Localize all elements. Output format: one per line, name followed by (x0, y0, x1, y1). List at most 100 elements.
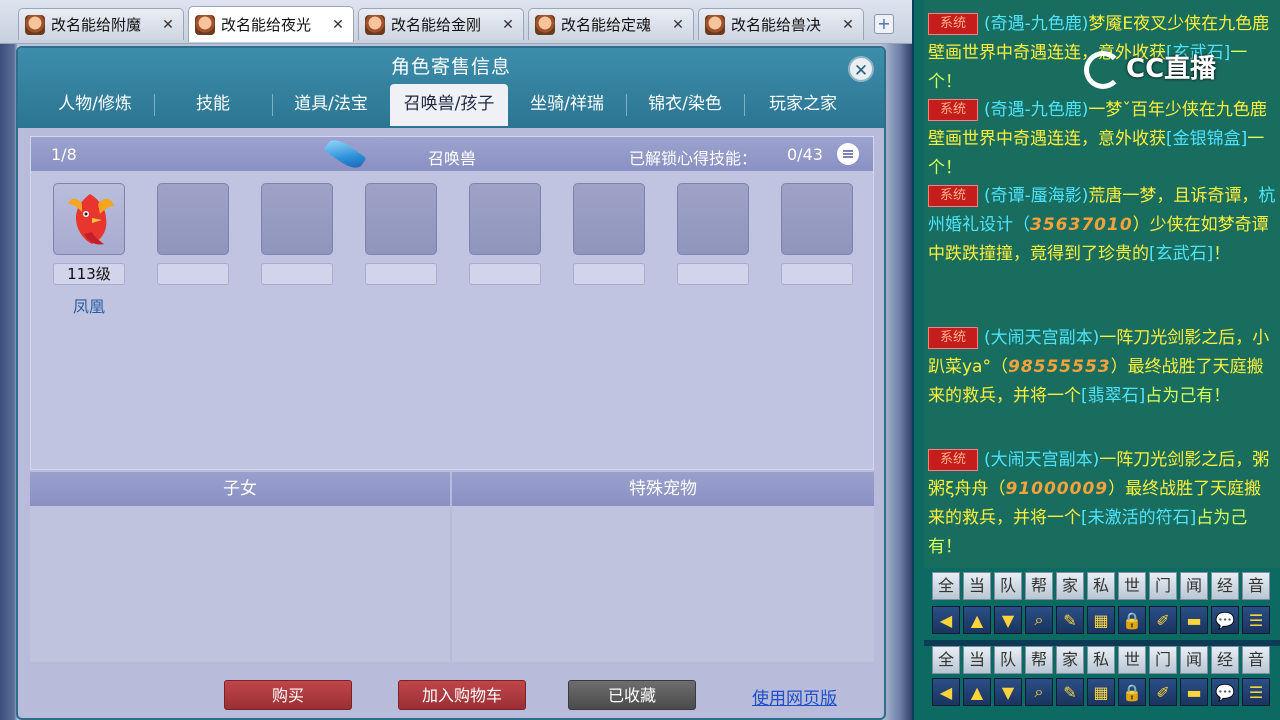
lock-icon[interactable]: 🔒 (1118, 678, 1146, 706)
cc-logo-text: CC直播 (1126, 54, 1217, 84)
summon-slot-2[interactable] (157, 183, 229, 255)
browser-tab-2[interactable]: 改名能给夜光 ✕ (188, 6, 354, 42)
channel-world[interactable]: 世 (1118, 646, 1146, 674)
new-tab-button[interactable]: + (874, 14, 894, 34)
close-icon[interactable]: ✕ (499, 17, 517, 33)
down-arrow-icon[interactable]: ▼ (994, 678, 1022, 706)
close-icon[interactable]: ✕ (669, 17, 687, 33)
close-icon[interactable]: ✕ (839, 17, 857, 33)
skill-unlock-label: 已解锁心得技能： (629, 149, 758, 168)
msg-item[interactable]: [金银锦盒] (1166, 129, 1247, 149)
channel-family[interactable]: 家 (1056, 572, 1084, 600)
web-version-link[interactable]: 使用网页版 (752, 684, 837, 709)
summon-slot-6[interactable] (573, 183, 645, 255)
note-icon[interactable]: ✎ (1056, 606, 1084, 634)
channel-voice[interactable]: 音 (1242, 646, 1270, 674)
cc-logo-icon (1084, 50, 1122, 89)
chat-message: 系统 (大闹天宫副本)一阵刀光剑影之后，小趴菜ya°（98555553）最终战胜了… (928, 324, 1278, 411)
channel-news[interactable]: 闻 (1180, 572, 1208, 600)
tab-skills[interactable]: 技能 (154, 84, 272, 124)
game-avatar-icon (535, 14, 555, 35)
channel-sect[interactable]: 门 (1149, 572, 1177, 600)
channel-all[interactable]: 全 (932, 572, 960, 600)
grid-icon[interactable]: ▦ (1087, 606, 1115, 634)
list-icon[interactable]: ☰ (1242, 606, 1270, 634)
channel-exp[interactable]: 经 (1211, 646, 1239, 674)
channel-guild[interactable]: 帮 (1025, 572, 1053, 600)
channel-world[interactable]: 世 (1118, 572, 1146, 600)
tab-label: 改名能给附魔 (51, 16, 142, 34)
summon-slot-8[interactable] (781, 183, 853, 255)
browser-tab-5[interactable]: 改名能给兽决 ✕ (698, 8, 864, 40)
note-icon[interactable]: ✎ (1056, 678, 1084, 706)
special-pets-section: 特殊宠物 (452, 472, 874, 662)
brush-icon[interactable]: ✐ (1149, 678, 1177, 706)
up-arrow-icon[interactable]: ▲ (963, 678, 991, 706)
channel-family[interactable]: 家 (1056, 646, 1084, 674)
list-icon[interactable]: ☰ (1242, 678, 1270, 706)
summon-level-empty (781, 263, 853, 285)
close-icon[interactable]: ✕ (159, 17, 177, 33)
up-arrow-icon[interactable]: ▲ (963, 606, 991, 634)
game-avatar-icon (365, 14, 385, 35)
panel-close-button[interactable]: ✕ (848, 56, 874, 82)
summon-slot-5[interactable] (469, 183, 541, 255)
channel-current[interactable]: 当 (963, 646, 991, 674)
game-avatar-icon (195, 14, 215, 35)
summon-header-bar: 1/8 召唤兽 已解锁心得技能： 0/43 (31, 137, 873, 171)
tab-items[interactable]: 道具/法宝 (272, 84, 390, 124)
left-arrow-icon[interactable]: ◀ (932, 606, 960, 634)
close-icon[interactable]: ✕ (329, 17, 347, 33)
summon-name[interactable]: 凤凰 (53, 293, 125, 317)
channel-current[interactable]: 当 (963, 572, 991, 600)
chat-message: 系统 (奇遇-九色鹿)一梦ˇ百年少侠在九色鹿壁画世界中奇遇连连，意外收获[金银锦盒… (928, 96, 1278, 183)
summon-slot-4[interactable] (365, 183, 437, 255)
chat-bubble-icon[interactable]: 💬 (1211, 606, 1239, 634)
msg-source: (奇遇-九色鹿) (984, 100, 1089, 120)
channel-team[interactable]: 队 (994, 646, 1022, 674)
msg-tail: ！ (1213, 244, 1231, 264)
channel-sect[interactable]: 门 (1149, 646, 1177, 674)
down-arrow-icon[interactable]: ▼ (994, 606, 1022, 634)
search-icon[interactable]: ⌕ (1025, 678, 1053, 706)
channel-team[interactable]: 队 (994, 572, 1022, 600)
tab-label: 改名能给兽决 (731, 16, 822, 34)
msg-item[interactable]: [玄武石] (1149, 244, 1213, 264)
folder-icon[interactable]: ▬ (1180, 678, 1208, 706)
tab-outfits[interactable]: 锦衣/染色 (626, 84, 744, 124)
summon-slot-3[interactable] (261, 183, 333, 255)
tab-mounts[interactable]: 坐骑/祥瑞 (508, 84, 626, 124)
channel-private[interactable]: 私 (1087, 572, 1115, 600)
channel-exp[interactable]: 经 (1211, 572, 1239, 600)
left-arrow-icon[interactable]: ◀ (932, 678, 960, 706)
folder-icon[interactable]: ▬ (1180, 606, 1208, 634)
summon-slot-1[interactable] (53, 183, 125, 255)
phoenix-icon (68, 194, 114, 245)
channel-voice[interactable]: 音 (1242, 572, 1270, 600)
system-badge: 系统 (928, 185, 978, 207)
favorited-button[interactable]: 已收藏 (568, 680, 696, 710)
msg-player-id: 91000009 (1005, 479, 1109, 499)
tab-character[interactable]: 人物/修炼 (36, 84, 154, 124)
browser-tab-3[interactable]: 改名能给金刚 ✕ (358, 8, 524, 40)
msg-item[interactable]: [未激活的符石] (1081, 508, 1196, 528)
buy-button[interactable]: 购买 (224, 680, 352, 710)
menu-icon[interactable] (837, 143, 859, 165)
channel-news[interactable]: 闻 (1180, 646, 1208, 674)
msg-item[interactable]: [翡翠石] (1081, 386, 1145, 406)
brush-icon[interactable]: ✐ (1149, 606, 1177, 634)
channel-private[interactable]: 私 (1087, 646, 1115, 674)
browser-tab-4[interactable]: 改名能给定魂 ✕ (528, 8, 694, 40)
search-icon[interactable]: ⌕ (1025, 606, 1053, 634)
chat-bubble-icon[interactable]: 💬 (1211, 678, 1239, 706)
summon-slot-7[interactable] (677, 183, 749, 255)
browser-tab-1[interactable]: 改名能给附魔 ✕ (18, 8, 184, 40)
tab-player-home[interactable]: 玩家之家 (744, 84, 862, 124)
tab-label: 改名能给夜光 (221, 16, 312, 34)
add-to-cart-button[interactable]: 加入购物车 (398, 680, 526, 710)
grid-icon[interactable]: ▦ (1087, 678, 1115, 706)
channel-guild[interactable]: 帮 (1025, 646, 1053, 674)
lock-icon[interactable]: 🔒 (1118, 606, 1146, 634)
channel-all[interactable]: 全 (932, 646, 960, 674)
tab-summons[interactable]: 召唤兽/孩子 (390, 84, 508, 126)
